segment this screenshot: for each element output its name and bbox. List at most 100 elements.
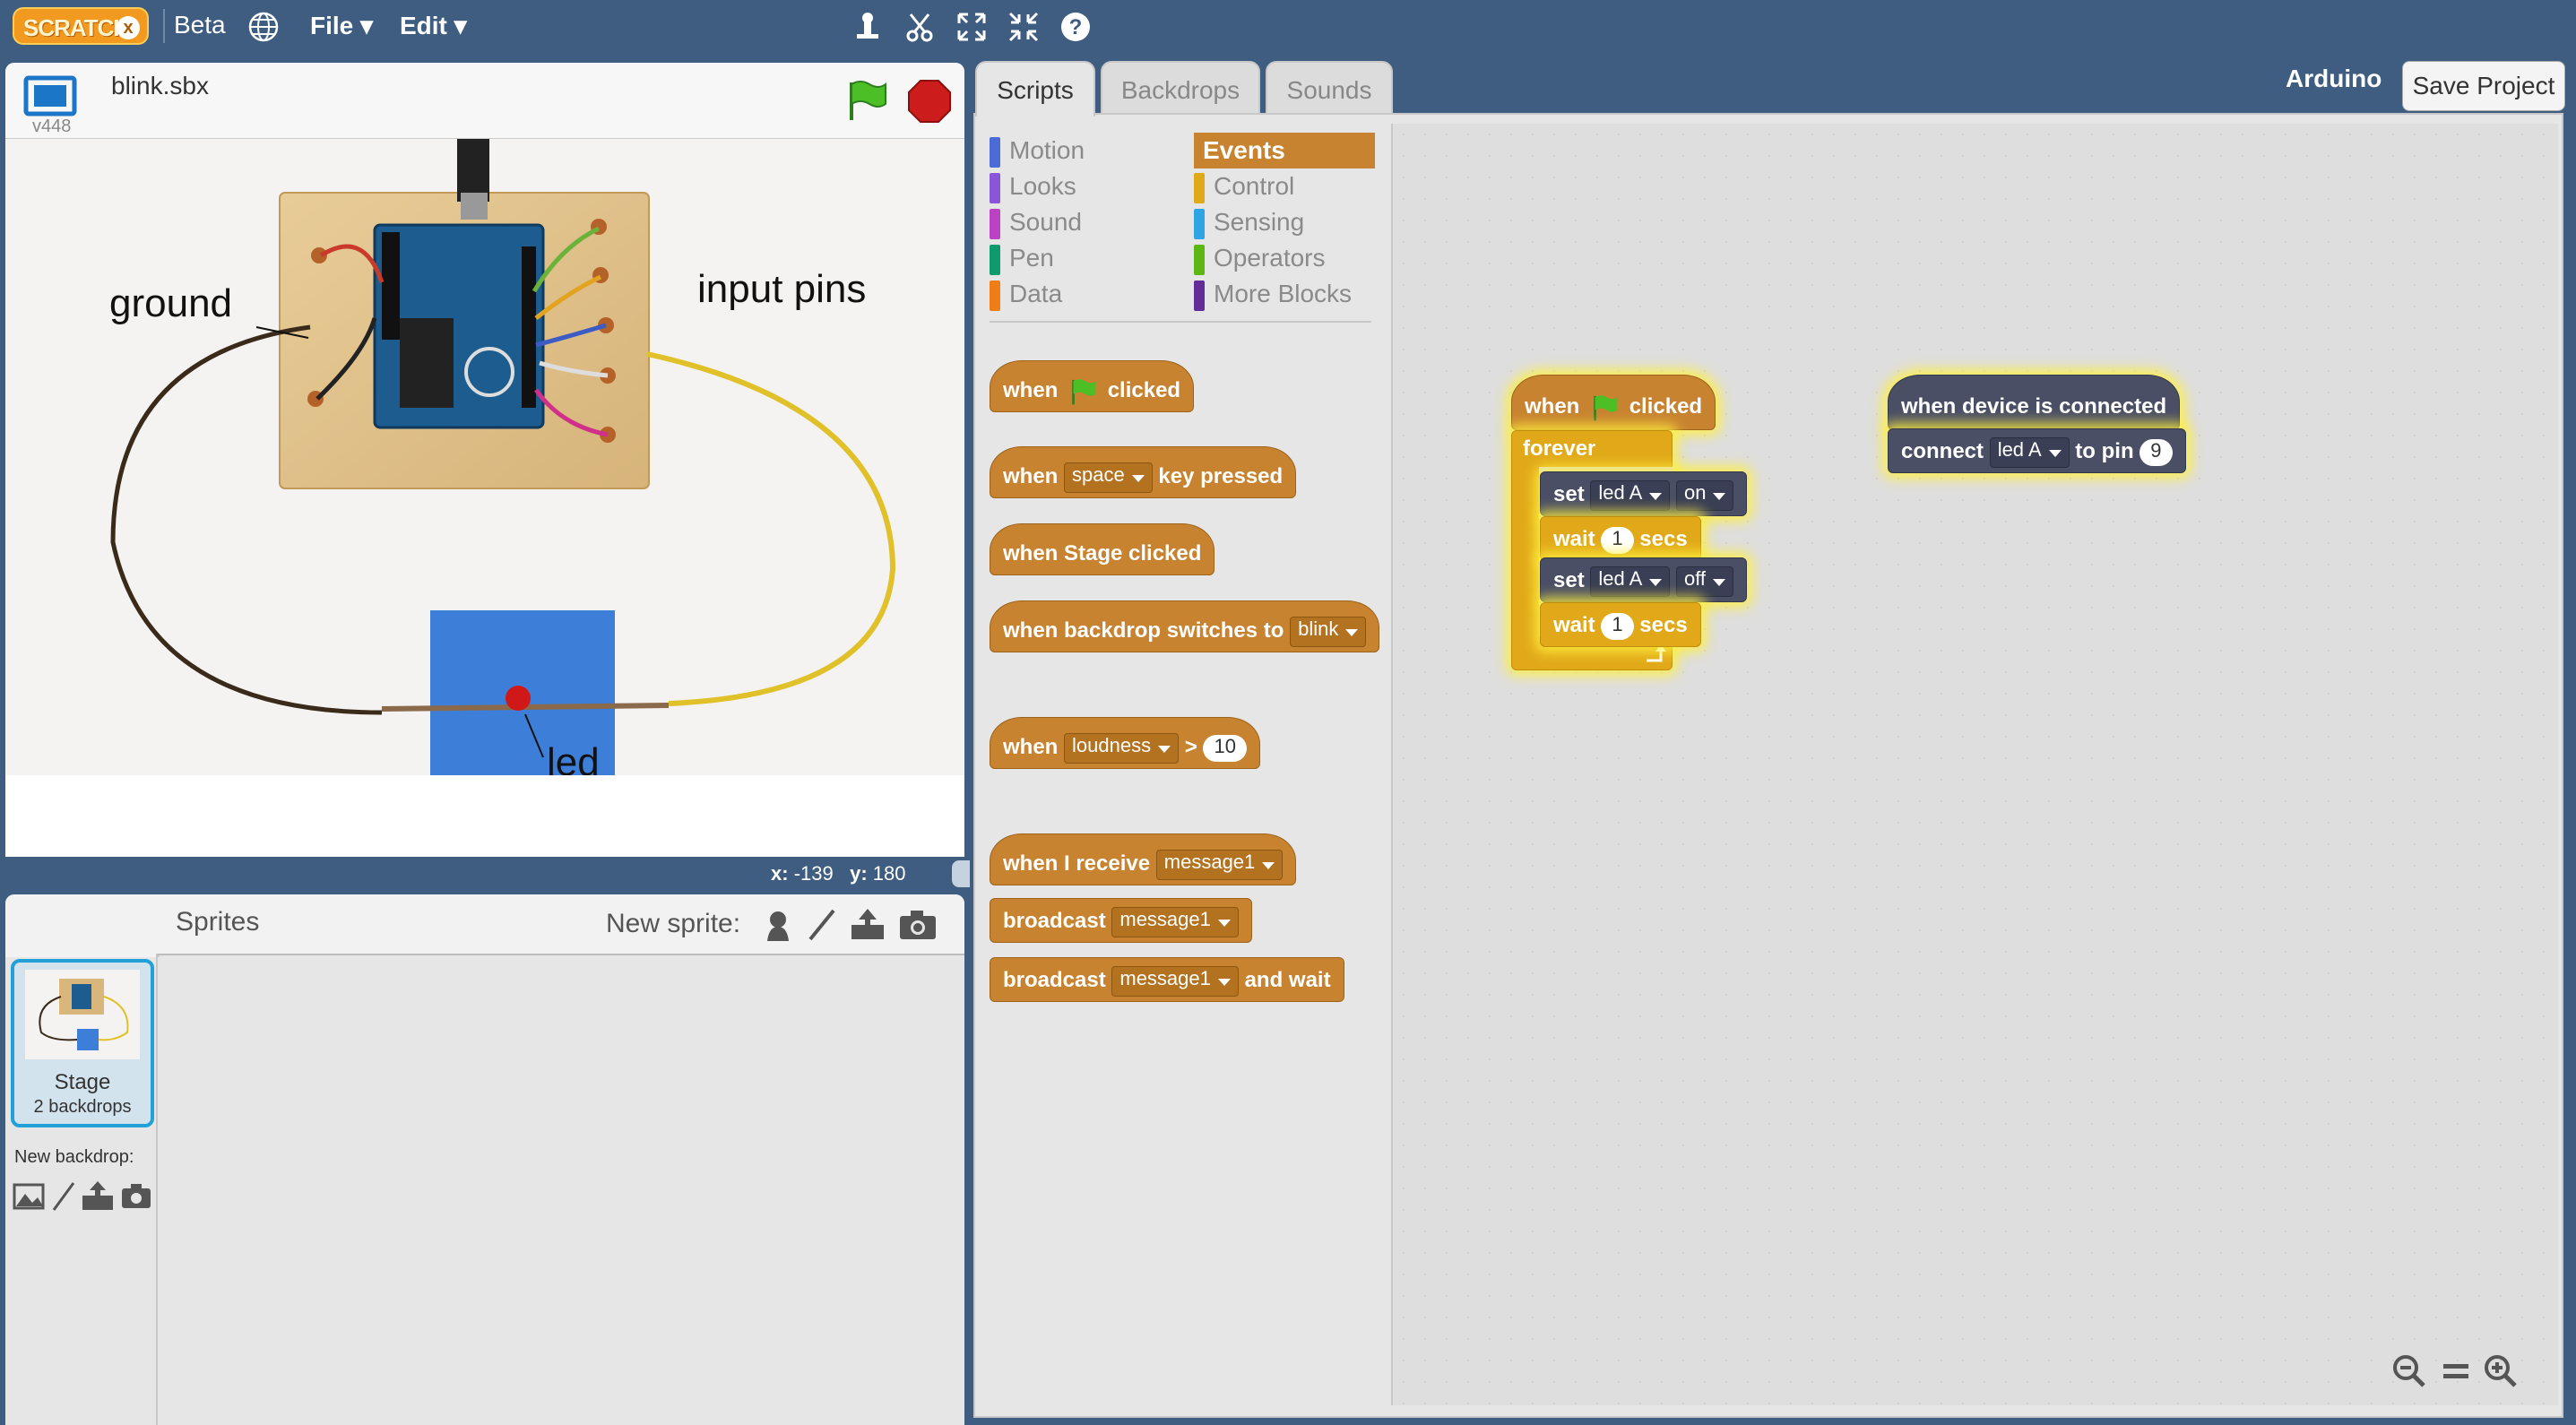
delete-cut-icon[interactable]	[902, 9, 938, 45]
block-backdrop-label: when backdrop switches to	[1003, 618, 1284, 643]
pin-number-input[interactable]: 9	[2139, 438, 2173, 466]
upload-backdrop-icon[interactable]	[81, 1179, 115, 1212]
category-events[interactable]: Events	[1194, 133, 1375, 168]
block-loudness-when: when	[1003, 735, 1059, 759]
set1-device-dropdown[interactable]: led A	[1590, 479, 1671, 511]
block-when-key-pressed[interactable]: when space key pressed	[990, 446, 1297, 498]
set-led-off-block[interactable]: set led A off	[1540, 557, 1748, 602]
upload-sprite-icon[interactable]	[848, 907, 887, 943]
block-key-pressed-label: key pressed	[1158, 464, 1284, 488]
category-sound[interactable]: Sound	[990, 204, 1085, 240]
script2-hat-label: when device is connected	[1901, 394, 2167, 419]
shrink-icon[interactable]	[1006, 9, 1042, 45]
help-icon[interactable]: ?	[1058, 9, 1094, 45]
duplicate-stamp-icon[interactable]	[850, 9, 886, 45]
script-canvas[interactable]: when clicked forever set led A on wait 1…	[1391, 124, 2558, 1405]
y-label: y:	[850, 862, 868, 885]
grow-icon[interactable]	[954, 9, 990, 45]
block-when-backdrop-switches[interactable]: when backdrop switches to blink	[990, 600, 1380, 652]
presentation-mode-icon[interactable]	[23, 75, 77, 117]
category-pen[interactable]: Pen	[990, 240, 1085, 276]
category-operators[interactable]: Operators	[1194, 240, 1375, 276]
wait2-value-input[interactable]: 1	[1601, 612, 1634, 640]
zoom-in-icon[interactable]	[2483, 1353, 2519, 1389]
stage-thumbnail[interactable]: Stage 2 backdrops	[11, 959, 154, 1127]
camera-backdrop-icon[interactable]	[120, 1183, 152, 1210]
loudness-value-input[interactable]: 10	[1203, 734, 1247, 762]
script-when-device-connected[interactable]: when device is connected	[1888, 375, 2181, 430]
save-project-button[interactable]: Save Project	[2402, 61, 2565, 111]
photo-label-input-pins: input pins	[697, 267, 866, 311]
scratchx-logo[interactable]: SCRATCH x	[13, 7, 149, 45]
stage-collapse-handle[interactable]	[952, 860, 970, 887]
wait1-unit: secs	[1639, 527, 1688, 551]
block-when-flag-when: when	[1003, 378, 1059, 402]
category-pen-label: Pen	[1009, 244, 1054, 272]
paint-new-sprite-icon[interactable]	[803, 907, 839, 943]
category-motion[interactable]: Motion	[990, 133, 1085, 168]
set-led-on-block[interactable]: set led A on	[1540, 471, 1748, 516]
set2-state-dropdown[interactable]: off	[1675, 566, 1734, 597]
tab-sounds[interactable]: Sounds	[1266, 61, 1393, 117]
wait1-value-input[interactable]: 1	[1601, 526, 1634, 554]
stage-thumbnail-label: Stage	[54, 1070, 111, 1094]
zoom-out-icon[interactable]	[2391, 1353, 2427, 1389]
script-when-flag-clicked[interactable]: when clicked	[1511, 375, 1716, 430]
connect-to-pin-block[interactable]: connect led A to pin 9	[1888, 428, 2186, 473]
receive-message-dropdown[interactable]: message1	[1155, 849, 1284, 880]
zoom-reset-icon[interactable]	[2438, 1353, 2474, 1389]
broadcast-message-dropdown[interactable]: message1	[1111, 906, 1239, 937]
block-broadcast-and-wait[interactable]: broadcast message1 and wait	[990, 957, 1344, 1002]
backdrop-library-icon[interactable]	[13, 1181, 45, 1212]
category-operators-label: Operators	[1214, 244, 1326, 272]
paint-backdrop-icon[interactable]	[50, 1181, 77, 1212]
block-when-i-receive[interactable]: when I receive message1	[990, 833, 1297, 885]
key-dropdown[interactable]: space	[1064, 462, 1153, 493]
block-when-flag-clicked[interactable]: when clicked	[990, 360, 1195, 412]
block-broadcast[interactable]: broadcast message1	[990, 898, 1252, 943]
arduino-photo: ground input pins led	[5, 139, 964, 842]
block-when-stage-clicked[interactable]: when Stage clicked	[990, 523, 1215, 575]
stop-sign-icon[interactable]	[907, 79, 952, 124]
connect-device-dropdown[interactable]: led A	[1989, 436, 2070, 468]
category-more-blocks[interactable]: More Blocks	[1194, 276, 1375, 312]
forever-label: forever	[1523, 436, 1596, 461]
green-flag-icon[interactable]	[843, 77, 889, 124]
category-control[interactable]: Control	[1194, 168, 1375, 204]
wait2-label: wait	[1553, 613, 1595, 637]
block-when-loudness[interactable]: when loudness > 10	[990, 717, 1260, 769]
stage-canvas[interactable]: ground input pins led	[5, 139, 964, 842]
category-sensing[interactable]: Sensing	[1194, 204, 1375, 240]
category-more-blocks-swatch	[1194, 280, 1205, 311]
category-data[interactable]: Data	[990, 276, 1085, 312]
category-sensing-label: Sensing	[1214, 208, 1305, 236]
tab-backdrops[interactable]: Backdrops	[1101, 61, 1260, 117]
category-operators-swatch	[1194, 244, 1205, 275]
globe-icon[interactable]	[246, 9, 281, 45]
category-looks[interactable]: Looks	[990, 168, 1085, 204]
new-sprite-label: New sprite:	[606, 909, 741, 938]
camera-sprite-icon[interactable]	[898, 909, 938, 941]
set1-state-dropdown[interactable]: on	[1675, 479, 1734, 511]
project-name[interactable]: blink.sbx	[111, 72, 209, 100]
edit-menu[interactable]: Edit ▾	[400, 11, 467, 40]
block-loudness-op: >	[1184, 735, 1197, 759]
categories-right: Events Control Sensing Operators More Bl…	[1194, 133, 1375, 312]
green-flag-icon	[1594, 394, 1618, 421]
block-broadcast-wait-label: broadcast	[1003, 968, 1106, 992]
arduino-label: Arduino	[2286, 65, 2382, 92]
beta-label: Beta	[174, 11, 226, 39]
backdrop-dropdown[interactable]: blink	[1290, 616, 1367, 647]
wait-block-1[interactable]: wait 1 secs	[1540, 516, 1701, 561]
file-menu[interactable]: File ▾	[310, 11, 373, 40]
broadcast-wait-message-dropdown[interactable]: message1	[1111, 965, 1239, 997]
set2-device-dropdown[interactable]: led A	[1590, 566, 1671, 597]
stage-header: v448 blink.sbx	[5, 63, 964, 139]
category-sound-swatch	[990, 208, 1000, 239]
x-label: x:	[771, 862, 789, 885]
wait-block-2[interactable]: wait 1 secs	[1540, 602, 1701, 647]
choose-sprite-library-icon[interactable]	[760, 907, 796, 943]
sensor-dropdown[interactable]: loudness	[1064, 732, 1180, 764]
tab-scripts[interactable]: Scripts	[975, 61, 1095, 117]
category-motion-swatch	[990, 136, 1000, 168]
